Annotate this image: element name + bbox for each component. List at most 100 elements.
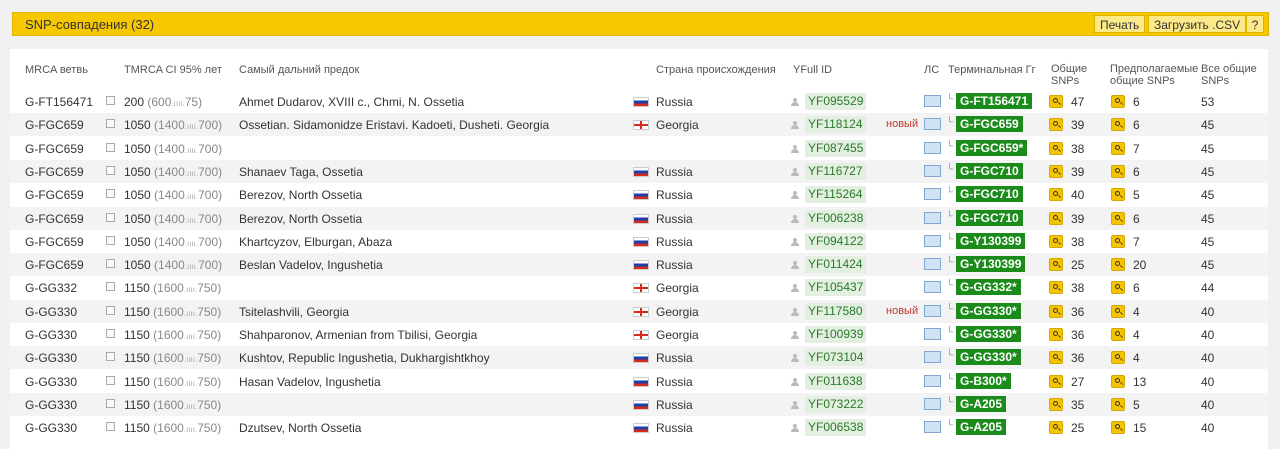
terminal-haplogroup[interactable]: G-A205 (956, 419, 1007, 436)
tmrca-chart-icon[interactable] (106, 422, 115, 432)
col-ancestor[interactable]: Самый дальний предок (239, 64, 359, 76)
tmrca-chart-icon[interactable] (106, 189, 115, 199)
tmrca-chart-icon[interactable] (106, 375, 115, 385)
mrca-branch[interactable]: G-FGC659 (25, 212, 84, 226)
terminal-haplogroup[interactable]: G-FGC710 (956, 209, 1023, 226)
terminal-haplogroup[interactable]: G-A205 (956, 395, 1007, 412)
assumed-snps-search-icon[interactable] (1111, 374, 1125, 388)
message-envelope-icon[interactable] (924, 258, 941, 271)
yfull-id-link[interactable]: YF011424 (805, 256, 866, 274)
terminal-haplogroup[interactable]: G-FGC710 (956, 186, 1023, 203)
message-envelope-icon[interactable] (924, 281, 941, 294)
message-envelope-icon[interactable] (924, 211, 941, 224)
assumed-snps-search-icon[interactable] (1111, 351, 1125, 365)
tmrca-chart-icon[interactable] (106, 212, 115, 222)
terminal-haplogroup[interactable]: G-B300* (956, 372, 1011, 389)
assumed-snps-search-icon[interactable] (1111, 304, 1125, 318)
mrca-branch[interactable]: G-GG330 (25, 375, 77, 389)
yfull-id-link[interactable]: YF117580 (805, 302, 866, 320)
col-country[interactable]: Страна происхождения (656, 64, 776, 76)
terminal-haplogroup[interactable]: G-FT156471 (956, 93, 1033, 109)
mrca-branch[interactable]: G-FT156471 (25, 95, 93, 109)
terminal-haplogroup[interactable]: G-GG330* (956, 349, 1021, 366)
shared-snps-search-icon[interactable] (1049, 234, 1063, 248)
print-button[interactable]: Печать (1094, 15, 1146, 33)
shared-snps-search-icon[interactable] (1049, 95, 1063, 108)
assumed-snps-search-icon[interactable] (1111, 258, 1125, 272)
message-envelope-icon[interactable] (924, 95, 941, 107)
shared-snps-search-icon[interactable] (1049, 397, 1063, 411)
tmrca-chart-icon[interactable] (106, 352, 115, 362)
message-envelope-icon[interactable] (924, 421, 941, 434)
terminal-haplogroup[interactable]: G-FGC710 (956, 162, 1023, 179)
download-csv-button[interactable]: Загрузить .CSV (1148, 15, 1247, 33)
yfull-id-link[interactable]: YF116727 (805, 162, 866, 180)
shared-snps-search-icon[interactable] (1049, 281, 1063, 295)
yfull-id-link[interactable]: YF006538 (805, 419, 867, 437)
col-terminal-hg[interactable]: Терминальная Гг (948, 64, 1036, 76)
terminal-haplogroup[interactable]: G-GG330* (956, 302, 1021, 319)
assumed-snps-search-icon[interactable] (1111, 421, 1125, 435)
mrca-branch[interactable]: G-GG330 (25, 351, 77, 365)
tmrca-chart-icon[interactable] (106, 142, 115, 152)
terminal-haplogroup[interactable]: G-Y130399 (956, 256, 1026, 273)
mrca-branch[interactable]: G-GG332 (25, 281, 77, 295)
tmrca-chart-icon[interactable] (106, 259, 115, 269)
yfull-id-link[interactable]: YF115264 (805, 186, 866, 204)
mrca-branch[interactable]: G-GG330 (25, 398, 77, 412)
yfull-id-link[interactable]: YF100939 (805, 326, 867, 343)
yfull-id-link[interactable]: YF087455 (805, 139, 867, 157)
assumed-snps-search-icon[interactable] (1111, 118, 1125, 132)
yfull-id-link[interactable]: YF094122 (805, 232, 867, 250)
assumed-snps-search-icon[interactable] (1111, 281, 1125, 295)
message-envelope-icon[interactable] (924, 234, 941, 247)
mrca-branch[interactable]: G-FGC659 (25, 258, 84, 272)
mrca-branch[interactable]: G-FGC659 (25, 188, 84, 202)
shared-snps-search-icon[interactable] (1049, 328, 1063, 341)
message-envelope-icon[interactable] (924, 304, 941, 317)
assumed-snps-search-icon[interactable] (1111, 397, 1125, 411)
message-envelope-icon[interactable] (924, 118, 941, 131)
message-envelope-icon[interactable] (924, 397, 941, 410)
col-shared-snps[interactable]: Общие SNPs (1051, 63, 1087, 87)
tmrca-chart-icon[interactable] (106, 235, 115, 245)
tmrca-chart-icon[interactable] (106, 96, 115, 105)
help-button[interactable]: ? (1246, 15, 1264, 33)
yfull-id-link[interactable]: YF073104 (805, 349, 867, 367)
message-envelope-icon[interactable] (924, 351, 941, 364)
assumed-snps-search-icon[interactable] (1111, 188, 1125, 202)
message-envelope-icon[interactable] (924, 328, 941, 340)
col-assumed-snps[interactable]: Предполагаемые общие SNPs (1110, 63, 1198, 87)
tmrca-chart-icon[interactable] (106, 305, 115, 315)
col-mrca[interactable]: MRCA ветвь (25, 64, 88, 76)
tmrca-chart-icon[interactable] (106, 119, 115, 129)
mrca-branch[interactable]: G-GG330 (25, 421, 77, 435)
shared-snps-search-icon[interactable] (1049, 304, 1063, 318)
yfull-id-link[interactable]: YF118124 (805, 116, 866, 134)
message-envelope-icon[interactable] (924, 188, 941, 201)
col-yfull-id[interactable]: YFull ID (793, 64, 832, 76)
mrca-branch[interactable]: G-GG330 (25, 305, 77, 319)
shared-snps-search-icon[interactable] (1049, 374, 1063, 388)
shared-snps-search-icon[interactable] (1049, 141, 1063, 155)
shared-snps-search-icon[interactable] (1049, 211, 1063, 225)
tmrca-chart-icon[interactable] (106, 165, 115, 175)
message-envelope-icon[interactable] (924, 164, 941, 177)
assumed-snps-search-icon[interactable] (1111, 95, 1125, 108)
terminal-haplogroup[interactable]: G-GG332* (956, 279, 1021, 296)
mrca-branch[interactable]: G-FGC659 (25, 235, 84, 249)
shared-snps-search-icon[interactable] (1049, 351, 1063, 365)
assumed-snps-search-icon[interactable] (1111, 328, 1125, 341)
yfull-id-link[interactable]: YF073222 (805, 395, 867, 413)
mrca-branch[interactable]: G-FGC659 (25, 165, 84, 179)
yfull-id-link[interactable]: YF011638 (805, 372, 866, 390)
tmrca-chart-icon[interactable] (106, 329, 115, 338)
terminal-haplogroup[interactable]: G-GG330* (956, 326, 1021, 342)
shared-snps-search-icon[interactable] (1049, 118, 1063, 132)
yfull-id-link[interactable]: YF105437 (805, 279, 867, 297)
col-tmrca[interactable]: TMRCA CI 95% лет (124, 64, 222, 76)
col-all-snps[interactable]: Все общие SNPs (1201, 63, 1257, 87)
mrca-branch[interactable]: G-FGC659 (25, 118, 84, 132)
assumed-snps-search-icon[interactable] (1111, 141, 1125, 155)
terminal-haplogroup[interactable]: G-FGC659* (956, 139, 1028, 156)
